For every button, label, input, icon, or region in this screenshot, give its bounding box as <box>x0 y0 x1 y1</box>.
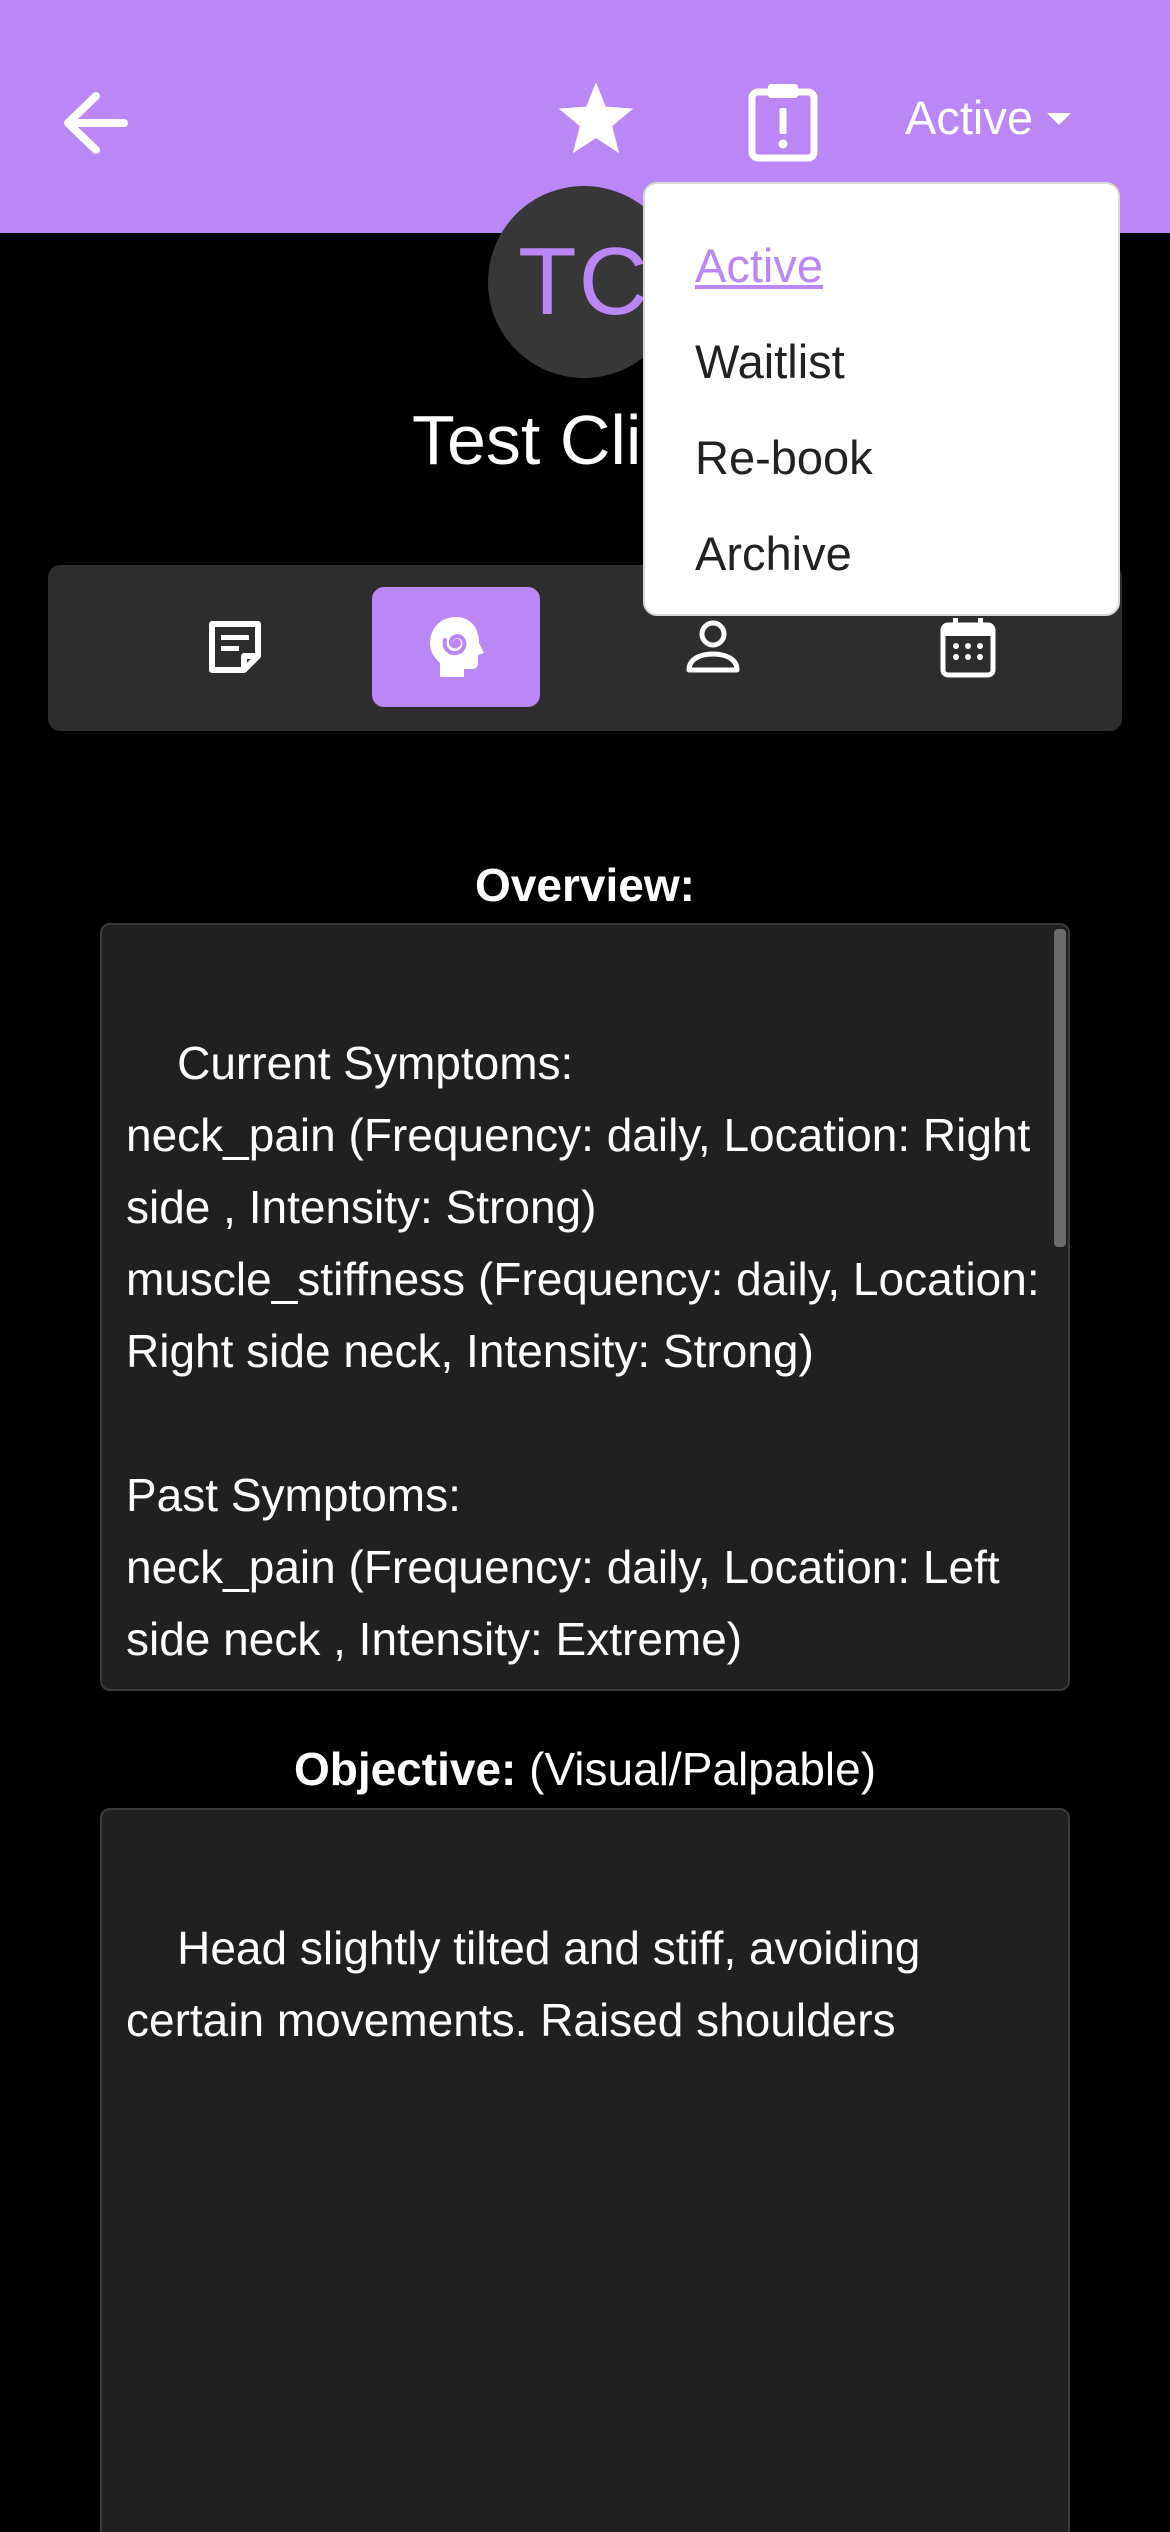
overview-text: Current Symptoms: neck_pain (Frequency: … <box>126 1037 1040 1689</box>
head-spiral-icon <box>430 617 484 677</box>
status-option-waitlist[interactable]: Waitlist <box>645 320 1118 416</box>
objective-textarea[interactable]: Head slightly tilted and stiff, avoiding… <box>100 1808 1070 2532</box>
objective-heading: Objective: (Visual/Palpable) <box>0 1742 1170 1796</box>
status-dropdown-menu: Active Waitlist Re-book Archive <box>643 182 1120 616</box>
objective-subtitle: (Visual/Palpable) <box>529 1743 877 1795</box>
status-label: Active <box>905 90 1033 144</box>
overview-textarea[interactable]: Current Symptoms: neck_pain (Frequency: … <box>100 923 1070 1691</box>
arrow-left-icon <box>64 92 128 154</box>
person-icon <box>686 620 740 673</box>
client-profile-screen: Active TC Test Cli Overview: Current Sym… <box>0 0 1170 2532</box>
tab-assessment[interactable] <box>372 587 540 707</box>
objective-title: Objective: <box>293 1743 517 1795</box>
status-option-active[interactable]: Active <box>645 224 1118 320</box>
star-icon <box>558 82 634 154</box>
client-name: Test Cli <box>412 401 642 479</box>
status-option-archive[interactable]: Archive <box>645 512 1118 608</box>
overview-title: Overview: <box>475 859 695 911</box>
alert-clipboard-button[interactable] <box>738 72 828 172</box>
status-dropdown-toggle[interactable]: Active <box>905 82 1071 152</box>
overview-scrollbar[interactable] <box>1054 929 1066 1247</box>
calendar-icon <box>940 618 996 678</box>
caret-down-icon <box>1047 113 1071 125</box>
objective-text: Head slightly tilted and stiff, avoiding… <box>126 1922 934 2046</box>
avatar-initials: TC <box>518 228 650 335</box>
back-button[interactable] <box>50 78 140 168</box>
clipboard-alert-icon <box>748 84 818 162</box>
status-option-rebook[interactable]: Re-book <box>645 416 1118 512</box>
favorite-button[interactable] <box>548 70 644 166</box>
notes-icon <box>209 621 261 673</box>
overview-heading: Overview: <box>0 858 1170 912</box>
tab-notes[interactable] <box>151 587 319 707</box>
